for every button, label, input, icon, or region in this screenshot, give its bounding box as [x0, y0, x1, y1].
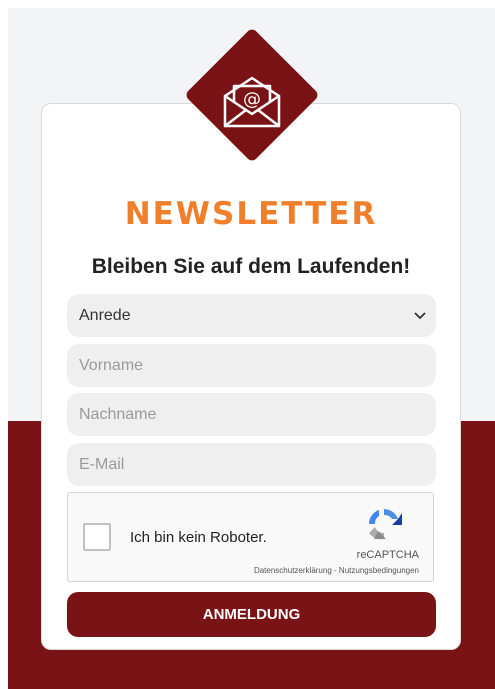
chevron-down-icon	[414, 311, 426, 319]
recaptcha-checkbox[interactable]	[83, 523, 111, 551]
recaptcha-widget: Ich bin kein Roboter. reCAPTCHA Datensch…	[67, 492, 434, 582]
recaptcha-links: Datenschutzerklärung - Nutzungsbedingung…	[254, 566, 419, 575]
email-input[interactable]	[67, 443, 436, 486]
salutation-selected: Anrede	[79, 306, 131, 324]
last-name-input[interactable]	[67, 393, 436, 436]
email-envelope-icon: @	[223, 76, 281, 128]
privacy-link[interactable]: Datenschutzerklärung	[254, 566, 332, 575]
first-name-input[interactable]	[67, 344, 436, 387]
salutation-select[interactable]: Anrede	[67, 294, 436, 337]
newsletter-title: NEWSLETTER	[124, 196, 378, 232]
recaptcha-label: Ich bin kein Roboter.	[130, 529, 267, 546]
terms-link[interactable]: Nutzungsbedingungen	[339, 566, 419, 575]
recaptcha-logo-icon	[369, 509, 402, 540]
link-separator: -	[334, 566, 337, 575]
subscribe-button[interactable]: ANMELDUNG	[67, 592, 436, 637]
svg-text:@: @	[243, 89, 261, 110]
recaptcha-brand: reCAPTCHA	[356, 549, 419, 561]
newsletter-subtitle: Bleiben Sie auf dem Laufenden!	[91, 255, 411, 278]
